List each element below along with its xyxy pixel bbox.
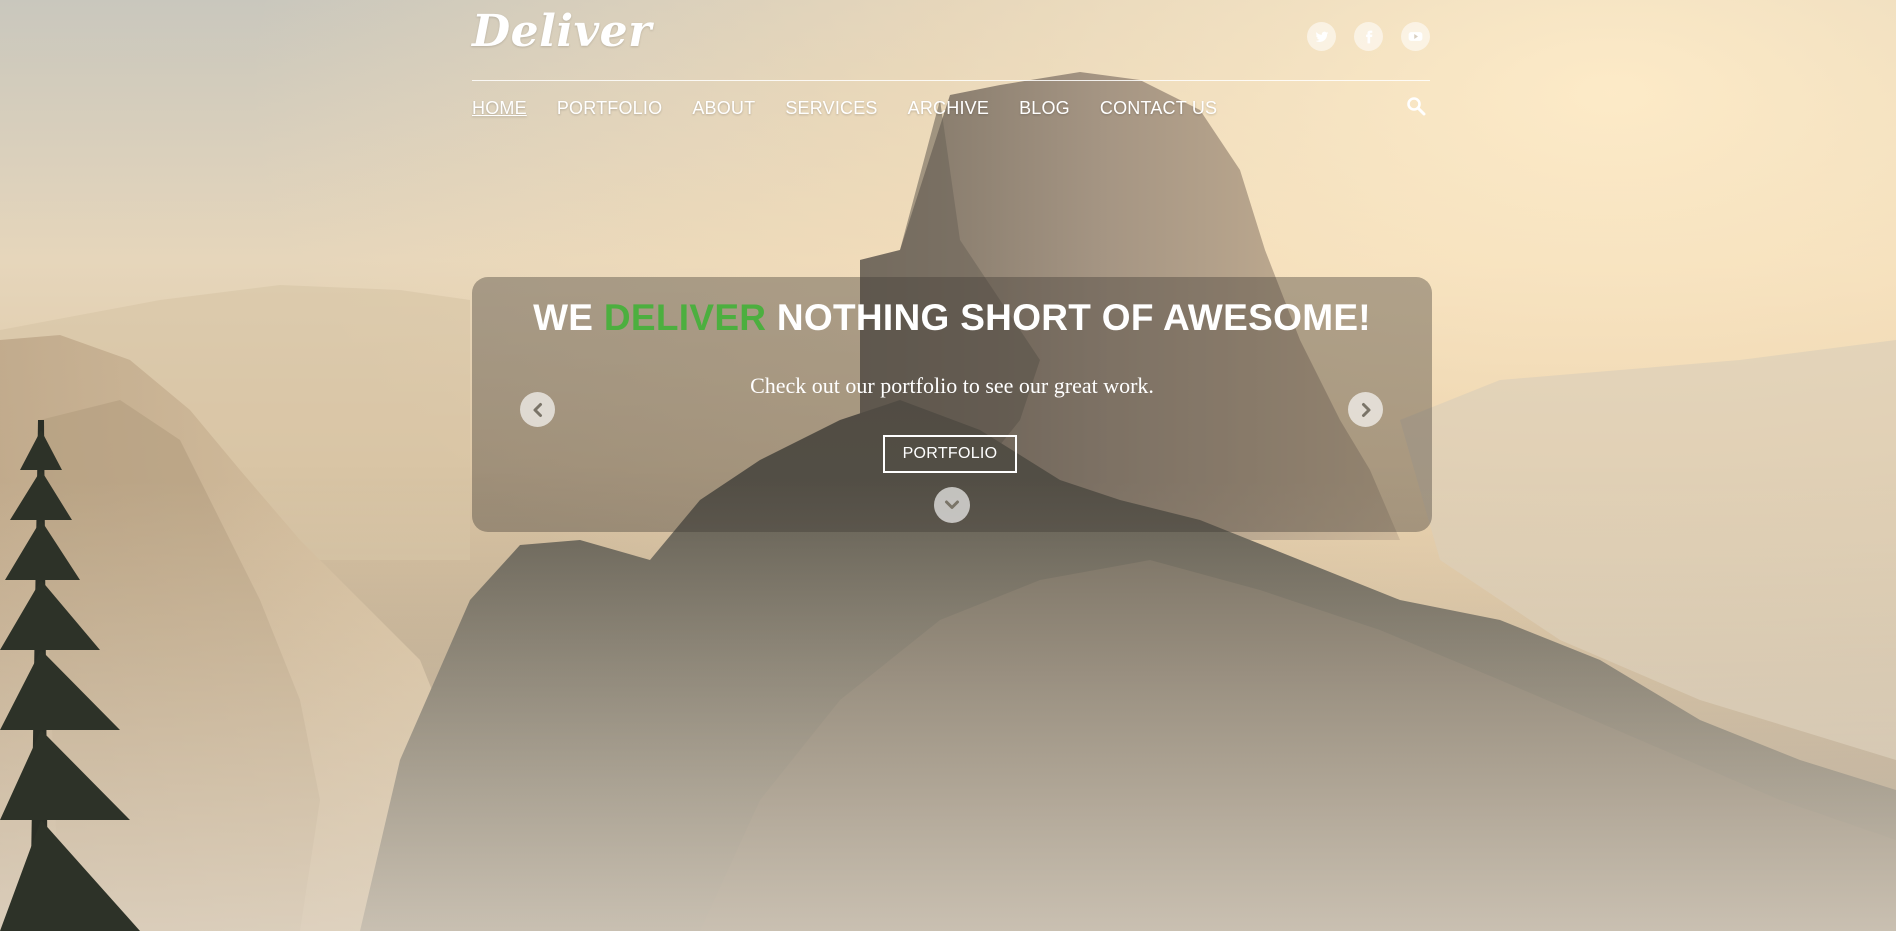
hero-slider-panel: WE DELIVER NOTHING SHORT OF AWESOME! Che… xyxy=(472,277,1432,532)
header-divider xyxy=(472,80,1430,81)
slider-prev-button[interactable] xyxy=(520,392,555,427)
slider-next-button[interactable] xyxy=(1348,392,1383,427)
search-icon[interactable] xyxy=(1406,96,1428,118)
chevron-left-icon xyxy=(533,402,542,417)
nav-item-portfolio: PORTFOLIO xyxy=(557,98,663,119)
site-logo[interactable]: Deliver xyxy=(472,6,652,57)
chevron-right-icon xyxy=(1361,402,1370,417)
nav-link-contact[interactable]: CONTACT US xyxy=(1100,98,1217,118)
chevron-down-icon xyxy=(945,500,959,509)
social-links xyxy=(1307,22,1430,51)
nav-item-archive: ARCHIVE xyxy=(908,98,989,119)
nav-item-about: ABOUT xyxy=(692,98,755,119)
hero-headline: WE DELIVER NOTHING SHORT OF AWESOME! xyxy=(472,297,1432,339)
site-header: Deliver HOME PORTFOLIO ABOUT SERVICES AR… xyxy=(472,0,1430,130)
nav-item-home: HOME xyxy=(472,98,527,119)
scroll-down-button[interactable] xyxy=(934,487,970,523)
headline-suffix: NOTHING SHORT OF AWESOME! xyxy=(766,297,1371,338)
nav-item-contact: CONTACT US xyxy=(1100,98,1217,119)
nav-item-services: SERVICES xyxy=(785,98,877,119)
youtube-icon[interactable] xyxy=(1401,22,1430,51)
nav-item-blog: BLOG xyxy=(1019,98,1070,119)
twitter-icon[interactable] xyxy=(1307,22,1336,51)
nav-link-about[interactable]: ABOUT xyxy=(692,98,755,118)
nav-link-blog[interactable]: BLOG xyxy=(1019,98,1070,118)
hero-subline: Check out our portfolio to see our great… xyxy=(750,373,1154,398)
nav-link-home[interactable]: HOME xyxy=(472,98,527,118)
main-nav: HOME PORTFOLIO ABOUT SERVICES ARCHIVE BL… xyxy=(472,98,1247,119)
facebook-icon[interactable] xyxy=(1354,22,1383,51)
nav-link-archive[interactable]: ARCHIVE xyxy=(908,98,989,118)
headline-accent: DELIVER xyxy=(603,297,767,338)
nav-link-portfolio[interactable]: PORTFOLIO xyxy=(557,98,663,118)
nav-link-services[interactable]: SERVICES xyxy=(785,98,877,118)
hero-section: Deliver HOME PORTFOLIO ABOUT SERVICES AR… xyxy=(0,0,1896,931)
headline-prefix: WE xyxy=(533,297,604,338)
portfolio-button[interactable]: PORTFOLIO xyxy=(883,435,1017,473)
